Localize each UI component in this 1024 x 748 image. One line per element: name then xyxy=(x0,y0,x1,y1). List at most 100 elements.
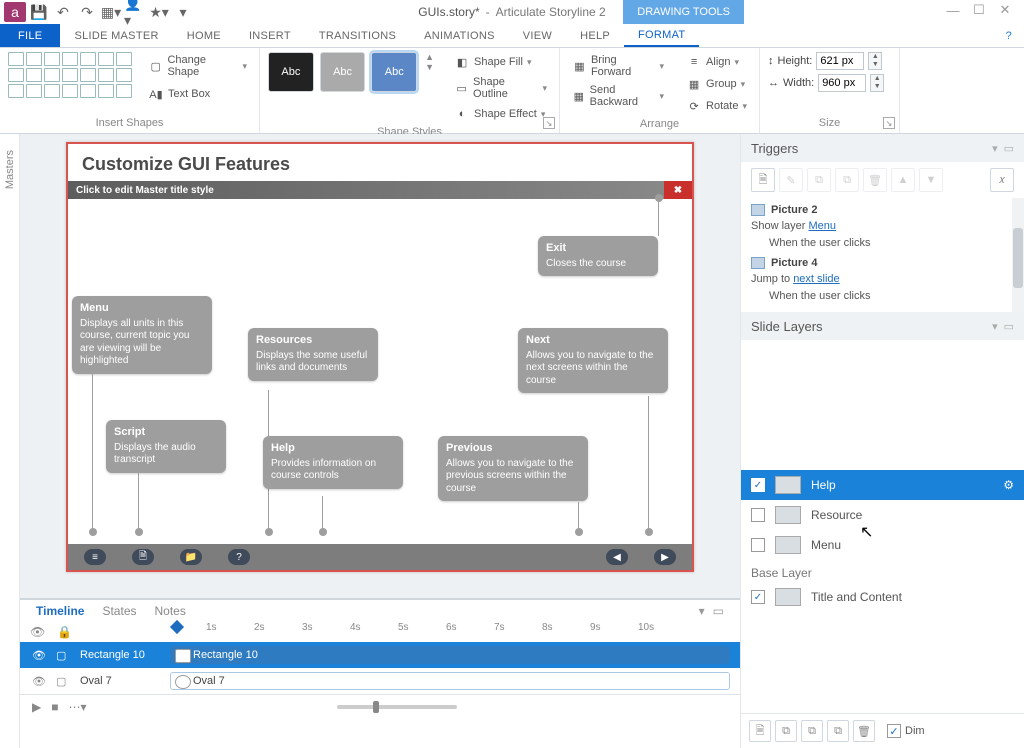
trigger-action[interactable]: Show layer Menu xyxy=(751,218,1002,235)
tab-states[interactable]: States xyxy=(102,604,136,618)
trigger-copy-icon[interactable]: ⧉ xyxy=(807,168,831,192)
timeline-bar[interactable]: Oval 7 xyxy=(170,672,730,690)
tab-file[interactable]: FILE xyxy=(0,24,60,47)
player-icon[interactable]: 👤▾ xyxy=(124,2,146,22)
width-input[interactable] xyxy=(818,74,866,92)
layer-name[interactable]: Resource xyxy=(811,508,862,522)
dialog-launcher-icon[interactable]: ↘ xyxy=(883,117,895,129)
tab-transitions[interactable]: TRANSITIONS xyxy=(305,24,410,47)
save-icon[interactable]: 💾 xyxy=(28,2,50,22)
timeline-zoom-slider[interactable] xyxy=(337,705,457,709)
rotate-button[interactable]: ⟳Rotate xyxy=(682,96,751,116)
qat-customize-icon[interactable]: ▾ xyxy=(172,2,194,22)
play-icon[interactable]: ▶ xyxy=(32,700,41,714)
tab-format[interactable]: FORMAT xyxy=(624,24,699,47)
height-input[interactable] xyxy=(816,52,864,70)
layer-row-menu[interactable]: Menu xyxy=(741,530,1024,560)
publish-icon[interactable]: ★▾ xyxy=(148,2,170,22)
text-box-button[interactable]: A▮Text Box xyxy=(144,84,251,104)
shape-effect-button[interactable]: ◐Shape Effect xyxy=(450,104,551,124)
help-button-icon[interactable]: ? xyxy=(992,24,1024,47)
layer-visibility-checkbox[interactable]: ✓ xyxy=(751,590,765,604)
triggers-scrollbar[interactable] xyxy=(1012,198,1024,312)
nav-next-icon[interactable]: ▶ xyxy=(654,549,676,565)
undo-icon[interactable]: ↶ xyxy=(52,2,74,22)
visibility-icon[interactable]: 👁 xyxy=(32,649,46,662)
layer-row-help[interactable]: ✓ Help ⚙ xyxy=(741,470,1024,500)
group-button[interactable]: ▦Group xyxy=(682,74,751,94)
app-icon[interactable]: a xyxy=(4,2,26,22)
height-spinner[interactable]: ▲▼ xyxy=(868,52,882,70)
nav-previous-icon[interactable]: ◀ xyxy=(606,549,628,565)
visibility-header-icon[interactable]: 👁 xyxy=(30,625,45,639)
callout-previous[interactable]: PreviousAllows you to navigate to the pr… xyxy=(438,436,588,501)
bring-forward-button[interactable]: ▦Bring Forward xyxy=(568,52,668,80)
shape-fill-button[interactable]: ◧Shape Fill xyxy=(450,52,551,72)
layer-visibility-checkbox[interactable] xyxy=(751,508,765,522)
timeline-object-name[interactable]: Oval 7 xyxy=(80,675,170,687)
panel-collapse-icon[interactable]: ▾ xyxy=(992,142,998,155)
style-gallery-scroll[interactable]: ▲▼ xyxy=(425,52,434,72)
maximize-icon[interactable]: ☐ xyxy=(966,0,992,20)
timeline-row[interactable]: 👁 ▢ Oval 7 Oval 7 xyxy=(20,668,740,694)
slide-canvas[interactable]: Customize GUI Features Click to edit Mas… xyxy=(66,142,694,572)
tab-timeline[interactable]: Timeline xyxy=(36,604,84,618)
layer-visibility-checkbox[interactable] xyxy=(751,538,765,552)
trigger-condition[interactable]: When the user clicks xyxy=(769,288,1002,305)
tab-view[interactable]: VIEW xyxy=(509,24,566,47)
callout-help[interactable]: HelpProvides information on course contr… xyxy=(263,436,403,489)
style-tile[interactable]: Abc xyxy=(320,52,366,92)
panel-maximize-icon[interactable]: ▭ xyxy=(713,604,724,618)
layer-row-base[interactable]: ✓ Title and Content xyxy=(741,582,1024,612)
trigger-object[interactable]: Picture 4 xyxy=(751,257,1002,269)
panel-maximize-icon[interactable]: ▭ xyxy=(1004,142,1014,155)
layer-name[interactable]: Title and Content xyxy=(811,590,902,604)
width-spinner[interactable]: ▲▼ xyxy=(870,74,884,92)
align-button[interactable]: ≡Align xyxy=(682,52,751,72)
trigger-delete-icon[interactable]: 🗑 xyxy=(863,168,887,192)
panel-maximize-icon[interactable]: ▭ xyxy=(1004,320,1014,333)
timeline-row[interactable]: 👁▢ Rectangle 10 Rectangle 10 xyxy=(20,642,740,668)
tab-home[interactable]: HOME xyxy=(173,24,235,47)
callout-resources[interactable]: ResourcesDisplays the some useful links … xyxy=(248,328,378,381)
send-backward-button[interactable]: ▦Send Backward xyxy=(568,82,668,110)
redo-icon[interactable]: ↷ xyxy=(76,2,98,22)
tab-help[interactable]: HELP xyxy=(566,24,624,47)
tab-notes[interactable]: Notes xyxy=(155,604,186,618)
callout-script[interactable]: ScriptDisplays the audio transcript xyxy=(106,420,226,473)
trigger-new-icon[interactable]: 🗎 xyxy=(751,168,775,192)
visibility-icon[interactable]: 👁 xyxy=(32,675,46,688)
minimize-icon[interactable]: — xyxy=(940,0,966,20)
trigger-paste-icon[interactable]: ⧉ xyxy=(835,168,859,192)
triggers-list[interactable]: Picture 2 Show layer Menu When the user … xyxy=(741,204,1012,312)
panel-collapse-icon[interactable]: ▾ xyxy=(992,320,998,333)
masters-side-tab[interactable]: Masters xyxy=(0,134,20,748)
trigger-edit-icon[interactable]: ✎ xyxy=(779,168,803,192)
callout-exit[interactable]: ExitCloses the course xyxy=(538,236,658,276)
layer-duplicate-icon[interactable]: ⧉ xyxy=(775,720,797,742)
variables-button-icon[interactable]: 𝑥 xyxy=(990,168,1014,192)
nav-help-icon[interactable]: ? xyxy=(228,549,250,565)
canvas-area[interactable]: Customize GUI Features Click to edit Mas… xyxy=(20,134,740,598)
panel-collapse-icon[interactable]: ▾ xyxy=(699,604,705,618)
trigger-object[interactable]: Picture 2 xyxy=(751,204,1002,216)
trigger-down-icon[interactable]: ▼ xyxy=(919,168,943,192)
timeline-ruler[interactable]: 1s 2s 3s 4s 5s 6s 7s 8s 9s 10s xyxy=(170,622,730,642)
callout-menu[interactable]: MenuDisplays all units in this course, c… xyxy=(72,296,212,374)
tab-animations[interactable]: ANIMATIONS xyxy=(410,24,509,47)
dialog-launcher-icon[interactable]: ↘ xyxy=(543,117,555,129)
playhead-icon[interactable] xyxy=(170,620,184,634)
layer-new-icon[interactable]: 🗎 xyxy=(749,720,771,742)
timeline-object-name[interactable]: Rectangle 10 xyxy=(80,649,170,661)
tab-insert[interactable]: INSERT xyxy=(235,24,305,47)
lock-icon[interactable]: ▢ xyxy=(56,675,66,688)
layer-delete-icon[interactable]: 🗑 xyxy=(853,720,875,742)
change-shape-button[interactable]: ▢Change Shape xyxy=(144,52,251,80)
nav-script-icon[interactable]: 🗎 xyxy=(132,549,154,565)
timeline-menu-icon[interactable]: ⋯▾ xyxy=(68,700,86,714)
nav-menu-icon[interactable]: ≡ xyxy=(84,549,106,565)
gear-icon[interactable]: ⚙ xyxy=(1003,478,1014,492)
shape-gallery[interactable] xyxy=(8,52,132,98)
trigger-up-icon[interactable]: ▲ xyxy=(891,168,915,192)
layer-paste-icon[interactable]: ⧉ xyxy=(827,720,849,742)
